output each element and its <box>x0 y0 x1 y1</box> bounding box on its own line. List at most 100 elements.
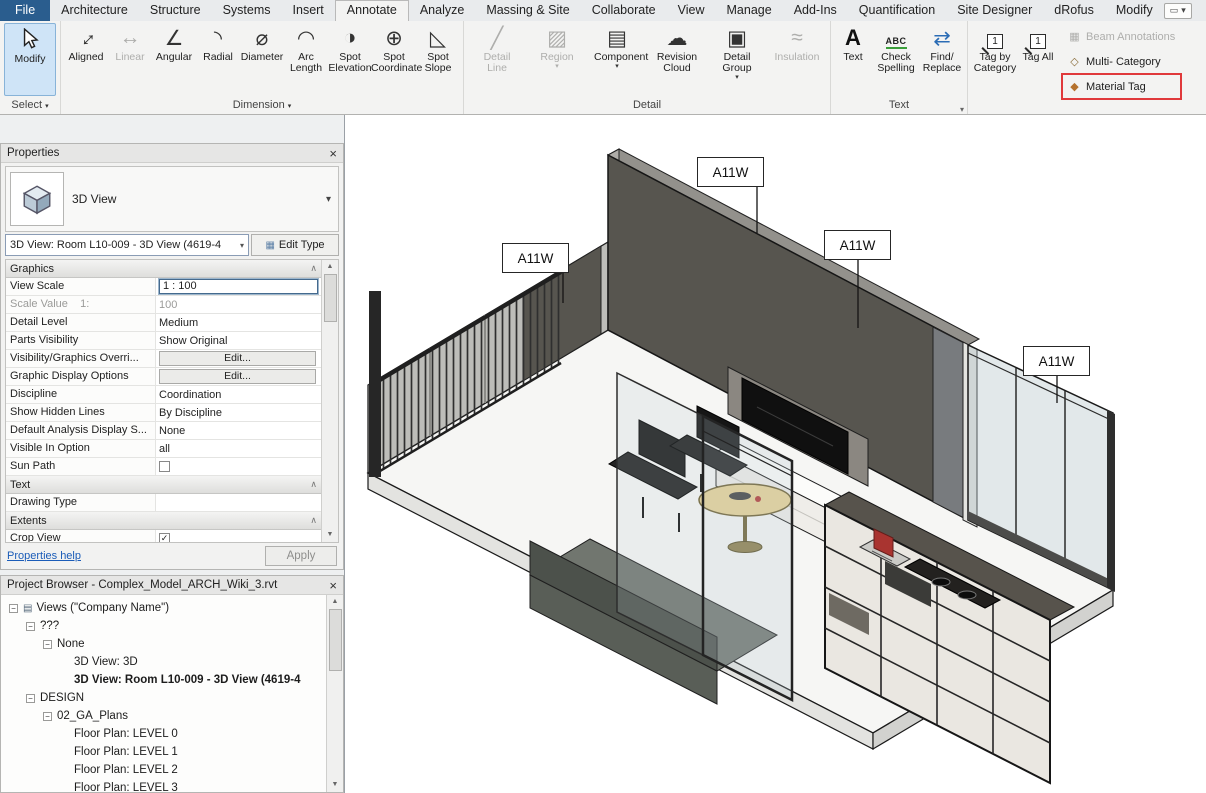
tab-modify[interactable]: Modify <box>1105 0 1164 21</box>
tab-massing-site[interactable]: Massing & Site <box>475 0 580 21</box>
material-tag-button[interactable]: ◆ Material Tag <box>1063 75 1180 98</box>
scroll-up-icon[interactable]: ▲ <box>327 260 334 274</box>
collapse-box-icon[interactable]: − <box>9 604 18 613</box>
tab-annotate[interactable]: Annotate <box>335 0 409 21</box>
tree-item-floor-plan-level-0[interactable]: Floor Plan: LEVEL 0 <box>1 725 326 743</box>
tree-item-floor-plan-level-1[interactable]: Floor Plan: LEVEL 1 <box>1 743 326 761</box>
viewport-3d[interactable]: A11W A11W A11W A11W <box>345 115 1206 793</box>
tab-drofus[interactable]: dRofus <box>1043 0 1105 21</box>
collapse-box-icon[interactable]: − <box>43 712 52 721</box>
ribbon-display-options-button[interactable]: ▭ ▾ <box>1164 3 1192 19</box>
wall-tag[interactable]: A11W <box>1023 346 1090 376</box>
tab-quantification[interactable]: Quantification <box>848 0 946 21</box>
text-button[interactable]: A Text <box>834 22 872 97</box>
close-icon[interactable]: × <box>329 147 337 160</box>
tab-insert[interactable]: Insert <box>282 0 335 21</box>
drawing-type-field[interactable] <box>156 494 321 511</box>
spot-elevation-button[interactable]: ◑ Spot Elevation <box>328 22 372 97</box>
close-icon[interactable]: × <box>329 579 337 592</box>
vg-overrides-edit-button[interactable]: Edit... <box>159 351 316 366</box>
property-group-text[interactable]: Text ∧ <box>6 476 321 494</box>
revision-cloud-button[interactable]: ☁ Revision Cloud <box>647 22 707 97</box>
tree-item-views[interactable]: − ▤ Views ("Company Name") <box>1 599 326 617</box>
detail-panel-label[interactable]: Detail <box>464 97 830 114</box>
tab-view[interactable]: View <box>667 0 716 21</box>
tree-item-floor-plan-level-3[interactable]: Floor Plan: LEVEL 3 <box>1 779 326 792</box>
spot-slope-button[interactable]: ◺ Spot Slope <box>416 22 460 97</box>
show-hidden-lines-field[interactable]: By Discipline <box>156 404 321 421</box>
project-browser-scrollbar[interactable]: ▲ ▼ <box>326 595 343 792</box>
collapse-icon[interactable]: ∧ <box>310 515 317 526</box>
properties-help-link[interactable]: Properties help <box>7 550 81 562</box>
edit-type-button[interactable]: ▦ Edit Type <box>251 234 339 256</box>
type-selector[interactable]: 3D View ▾ <box>5 166 339 232</box>
tab-file[interactable]: File <box>0 0 50 21</box>
parts-visibility-field[interactable]: Show Original <box>156 332 321 349</box>
tree-item-02-ga-plans[interactable]: − 02_GA_Plans <box>1 707 326 725</box>
tab-manage[interactable]: Manage <box>716 0 783 21</box>
aligned-dimension-button[interactable]: ↔ Aligned <box>64 22 108 97</box>
check-spelling-button[interactable]: ABC Check Spelling <box>872 22 920 97</box>
view-scale-input[interactable]: 1 : 100 <box>159 279 318 294</box>
property-group-extents[interactable]: Extents ∧ <box>6 512 321 530</box>
arc-length-dimension-button[interactable]: ◠ Arc Length <box>284 22 328 97</box>
collapse-icon[interactable]: ∧ <box>310 479 317 490</box>
detail-level-field[interactable]: Medium <box>156 314 321 331</box>
properties-scrollbar[interactable]: ▲ ▼ <box>321 260 338 542</box>
sun-path-checkbox[interactable] <box>159 461 170 472</box>
dimension-panel-label[interactable]: Dimension ▾ <box>61 97 463 114</box>
collapse-box-icon[interactable]: − <box>43 640 52 649</box>
radial-dimension-button[interactable]: ◝ Radial <box>196 22 240 97</box>
tree-item-3d-view-3d[interactable]: 3D View: 3D <box>1 653 326 671</box>
collapse-icon[interactable]: ∧ <box>310 263 317 274</box>
collapse-box-icon[interactable]: − <box>26 694 35 703</box>
detail-group-button[interactable]: ▣ Detail Group ▾ <box>707 22 767 97</box>
scrollbar-thumb[interactable] <box>329 609 342 671</box>
collapse-box-icon[interactable]: − <box>26 622 35 631</box>
select-panel-label[interactable]: Select ▾ <box>0 97 60 114</box>
tab-architecture[interactable]: Architecture <box>50 0 139 21</box>
diameter-dimension-button[interactable]: ⌀ Diameter <box>240 22 284 97</box>
component-icon: ▤ <box>607 24 627 52</box>
spot-coordinate-button[interactable]: ⊕ Spot Coordinate <box>372 22 416 97</box>
tree-item-3d-view-room-l10-009[interactable]: 3D View: Room L10-009 - 3D View (4619-4 <box>1 671 326 689</box>
apply-button[interactable]: Apply <box>265 546 337 566</box>
scroll-down-icon[interactable]: ▼ <box>332 778 339 792</box>
tab-analyze[interactable]: Analyze <box>409 0 475 21</box>
text-panel-label[interactable]: Text ▾ <box>831 97 967 114</box>
insulation-button: ≈ Insulation <box>767 22 827 97</box>
property-group-graphics[interactable]: Graphics ∧ <box>6 260 321 278</box>
crop-view-checkbox[interactable]: ✓ <box>159 533 170 542</box>
tab-site-designer[interactable]: Site Designer <box>946 0 1043 21</box>
tab-collaborate[interactable]: Collaborate <box>581 0 667 21</box>
default-analysis-field[interactable]: None <box>156 422 321 439</box>
chevron-down-icon[interactable]: ▾ <box>326 194 334 205</box>
tree-item-floor-plan-level-2[interactable]: Floor Plan: LEVEL 2 <box>1 761 326 779</box>
tab-systems[interactable]: Systems <box>212 0 282 21</box>
find-replace-button[interactable]: ⇄ Find/ Replace <box>920 22 964 97</box>
tree-item-unknown[interactable]: − ??? <box>1 617 326 635</box>
property-row-sun-path: Sun Path <box>6 458 321 476</box>
graphic-display-edit-button[interactable]: Edit... <box>159 369 316 384</box>
instance-selector-combo[interactable]: 3D View: Room L10-009 - 3D View (4619-4 … <box>5 234 249 256</box>
tag-all-button[interactable]: 1 Tag All <box>1019 22 1057 98</box>
tag-by-category-button[interactable]: 1 Tag by Category <box>971 22 1019 98</box>
tree-item-design[interactable]: − DESIGN <box>1 689 326 707</box>
wall-tag[interactable]: A11W <box>697 157 764 187</box>
modify-button[interactable]: Modify <box>4 23 56 96</box>
tree-item-none[interactable]: − None <box>1 635 326 653</box>
visible-in-option-field[interactable]: all <box>156 440 321 457</box>
multi-category-button[interactable]: ◇ Multi- Category <box>1063 50 1180 73</box>
wall-tag[interactable]: A11W <box>824 230 891 260</box>
tab-structure[interactable]: Structure <box>139 0 212 21</box>
chevron-down-icon: ▾ <box>45 103 49 110</box>
component-button[interactable]: ▤ Component ▾ <box>587 22 647 97</box>
angular-dimension-button[interactable]: ∠ Angular <box>152 22 196 97</box>
3d-view-type-icon[interactable] <box>10 172 64 226</box>
discipline-field[interactable]: Coordination <box>156 386 321 403</box>
wall-tag[interactable]: A11W <box>502 243 569 273</box>
scrollbar-thumb[interactable] <box>324 274 337 322</box>
scroll-down-icon[interactable]: ▼ <box>327 528 334 542</box>
scroll-up-icon[interactable]: ▲ <box>332 595 339 609</box>
tab-add-ins[interactable]: Add-Ins <box>783 0 848 21</box>
